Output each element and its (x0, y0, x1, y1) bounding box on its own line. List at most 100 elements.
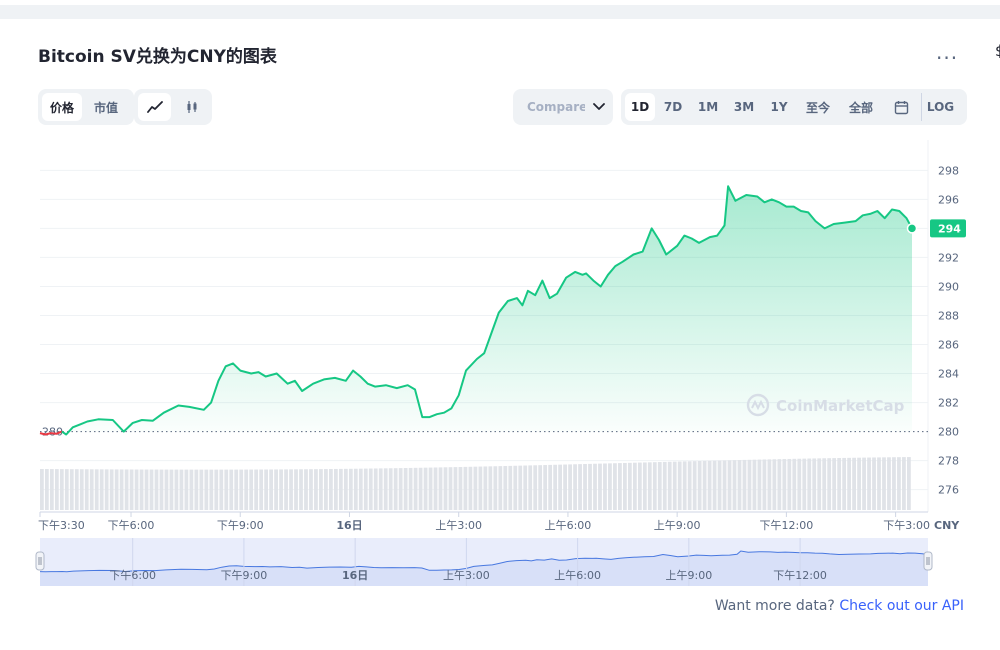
volume-bar (274, 469, 278, 510)
volume-bar (593, 463, 597, 510)
volume-bar (398, 468, 403, 510)
tab-market-cap[interactable]: 市值 (86, 93, 126, 121)
y-tick-label: 284 (938, 368, 959, 381)
x-tick-label: 下午3:00 (883, 519, 930, 532)
more-options-button[interactable]: ... (936, 42, 958, 62)
time-range-toggle: 1D 7D 1M 3M 1Y 至今 全部 LOG (621, 89, 967, 125)
volume-bar (69, 469, 74, 510)
volume-bar (757, 459, 762, 510)
volume-bar (269, 469, 273, 510)
line-chart-icon[interactable] (138, 93, 171, 121)
navigator-right-handle[interactable] (923, 551, 933, 571)
volume-bar (94, 469, 99, 510)
x-tick-label: 上午6:00 (545, 519, 592, 532)
volume-bar (279, 469, 283, 510)
navigator-left-handle[interactable] (35, 551, 45, 571)
volume-bar (672, 461, 677, 510)
volume-bar (333, 468, 338, 510)
y-tick-label: 292 (938, 251, 959, 264)
volume-bar (433, 467, 438, 510)
x-tick-label: 下午3:30 (38, 519, 85, 532)
tab-ytd[interactable]: 至今 (797, 93, 839, 121)
volume-bar (528, 465, 533, 510)
currency-label: CNY (934, 519, 960, 532)
volume-bar (244, 469, 249, 510)
volume-bar (662, 461, 667, 510)
volume-bar (568, 464, 572, 510)
volume-bar (154, 469, 159, 510)
volume-bar (772, 459, 777, 510)
price-chart-svg: 280 276278280282284286288290292296298294… (35, 140, 966, 586)
tab-price[interactable]: 价格 (42, 93, 83, 121)
candlestick-icon[interactable] (175, 93, 208, 121)
y-tick-label: 282 (938, 397, 959, 410)
last-price-dot (906, 223, 918, 234)
volume-bar (682, 461, 687, 510)
volume-bar (353, 468, 358, 510)
volume-bar (428, 467, 433, 510)
x-tick-label: 上午3:00 (435, 519, 482, 532)
volume-bar (573, 464, 577, 510)
volume-bar (558, 464, 562, 510)
volume-bar (807, 458, 812, 510)
volume-bar (722, 460, 727, 510)
log-scale-toggle[interactable]: LOG (921, 93, 959, 121)
volume-bar (822, 458, 827, 510)
volume-bar (882, 457, 886, 510)
volume-bar (887, 457, 891, 510)
volume-bar (403, 468, 408, 510)
tab-1m[interactable]: 1M (691, 93, 725, 121)
volume-bar (164, 469, 169, 510)
volume-bar (877, 457, 881, 510)
volume-bar (523, 465, 528, 510)
volume-bar (453, 467, 458, 510)
volume-bar (239, 469, 244, 510)
volume-bar (304, 469, 308, 510)
page-title: Bitcoin SV兑换为CNY的图表 (38, 47, 277, 67)
volume-bar (817, 458, 822, 510)
volume-bar (622, 462, 627, 510)
volume-bar (787, 458, 792, 510)
volume-bar (408, 467, 413, 510)
tab-1d[interactable]: 1D (625, 93, 655, 121)
volume-bar (627, 462, 632, 510)
volume-bar (548, 464, 553, 510)
volume-bar (463, 466, 468, 510)
volume-bar (897, 457, 901, 510)
y-tick-label: 280 (938, 426, 959, 439)
volume-bar (852, 457, 856, 510)
navigator-tick-label: 16日 (342, 569, 368, 582)
y-tick-label: 290 (938, 280, 959, 293)
volume-bar (368, 468, 373, 510)
footer-text: Want more data? (714, 598, 835, 614)
watermark-text: CoinMarketCap (776, 397, 905, 415)
tab-7d[interactable]: 7D (657, 93, 689, 121)
x-tick-label: 16日 (336, 519, 362, 532)
volume-bar (553, 464, 558, 510)
y-tick-label: 276 (938, 484, 959, 497)
volume-bar (438, 467, 443, 510)
tab-3m[interactable]: 3M (727, 93, 761, 121)
tab-all[interactable]: 全部 (841, 93, 881, 121)
volume-bar (752, 459, 757, 510)
volume-bar (543, 465, 548, 510)
volume-bar (219, 469, 224, 510)
volume-bar (697, 461, 702, 510)
volume-bar (119, 469, 124, 510)
volume-bar (737, 460, 742, 510)
volume-bar (348, 468, 353, 510)
compare-dropdown[interactable]: Compare with (513, 89, 613, 125)
y-tick-label: 278 (938, 455, 959, 468)
calendar-icon[interactable] (883, 93, 919, 121)
volume-bar (174, 469, 179, 510)
volume-bar (234, 469, 239, 510)
api-link[interactable]: Check out our API (839, 598, 964, 614)
tab-1y[interactable]: 1Y (763, 93, 795, 121)
volume-bar (324, 469, 328, 510)
volume-bar (44, 469, 49, 510)
volume-bar (613, 463, 617, 510)
volume-bar (358, 468, 363, 510)
volume-bar (64, 469, 69, 510)
top-bar (0, 0, 1000, 20)
volume-bar (114, 469, 119, 510)
